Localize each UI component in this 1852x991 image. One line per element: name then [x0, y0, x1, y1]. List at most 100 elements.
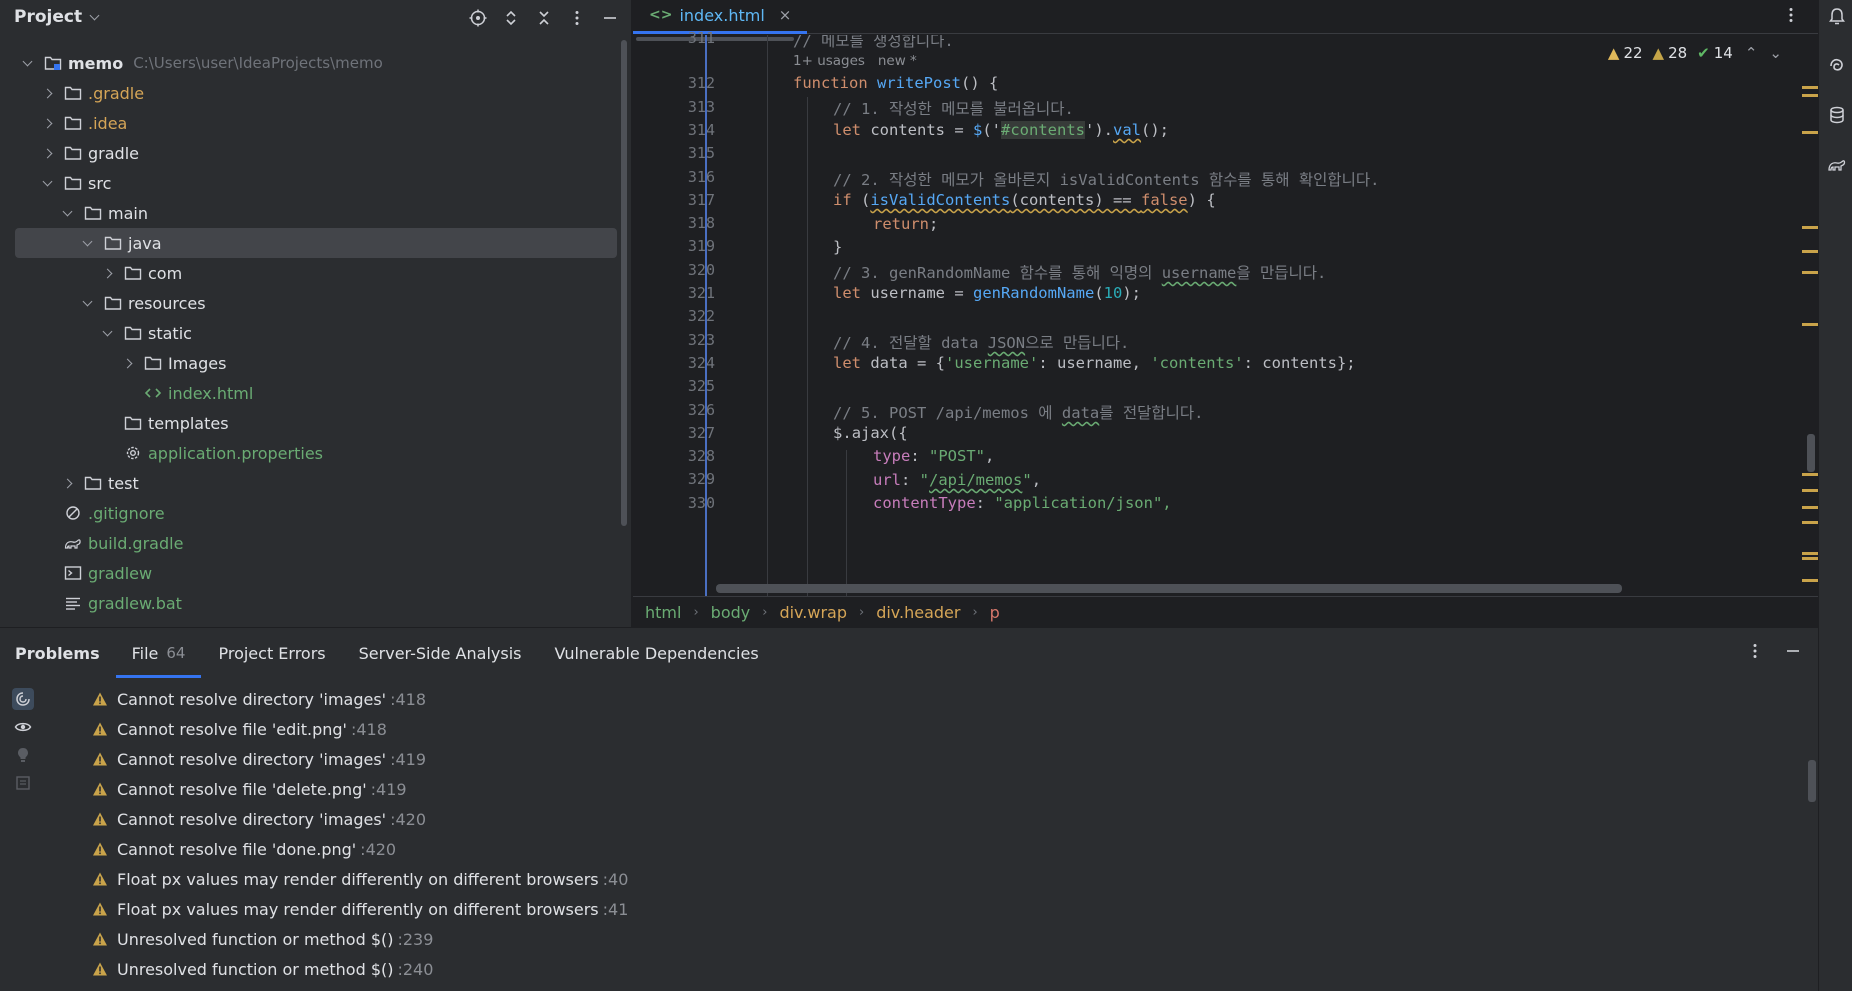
tree-item-com[interactable]: com	[0, 258, 620, 288]
tree-item-gradle[interactable]: .gradle	[0, 78, 620, 108]
chevron-right-icon[interactable]	[100, 266, 114, 280]
problem-line: :418	[390, 689, 427, 709]
tree-item-test[interactable]: test	[0, 468, 620, 498]
error-stripe-mark[interactable]	[1802, 521, 1818, 524]
eye-icon[interactable]	[12, 716, 34, 738]
inlay-usages-hint[interactable]: 1+ usages new *	[793, 53, 917, 69]
problem-item[interactable]: Float px values may render differently o…	[92, 864, 1692, 894]
error-stripe-mark[interactable]	[1802, 250, 1818, 253]
inspection-widget[interactable]: ▲ 22 ▲ 28 ✔ 14 ⌃ ⌄	[1608, 44, 1782, 62]
chevron-down-icon[interactable]	[80, 236, 94, 250]
chevron-right-icon[interactable]	[40, 86, 54, 100]
tree-item-images[interactable]: Images	[0, 348, 620, 378]
tree-item-static[interactable]: static	[0, 318, 620, 348]
error-stripe-mark[interactable]	[1802, 473, 1818, 476]
tab-server-side-analysis[interactable]: Server-Side Analysis	[359, 628, 522, 678]
error-stripe-mark[interactable]	[1802, 506, 1818, 509]
error-stripe-mark[interactable]	[1802, 489, 1818, 492]
lightbulb-icon[interactable]	[12, 744, 34, 766]
chevron-right-icon[interactable]	[40, 116, 54, 130]
chevron-down-icon[interactable]	[100, 326, 114, 340]
close-icon[interactable]: ×	[779, 6, 792, 24]
breadcrumb-item[interactable]: div.header	[876, 603, 960, 622]
problem-item[interactable]: Cannot resolve directory 'images':419	[92, 744, 1692, 774]
notifications-icon[interactable]	[1827, 6, 1847, 26]
tree-item-src[interactable]: src	[0, 168, 620, 198]
tree-item-gradle[interactable]: gradle	[0, 138, 620, 168]
editor-horizontal-scrollbar[interactable]	[716, 584, 1622, 593]
chevron-down-icon[interactable]	[40, 176, 54, 190]
chevron-down-icon[interactable]	[60, 206, 74, 220]
error-stripe-mark[interactable]	[1802, 94, 1818, 97]
chevron-right-icon[interactable]	[60, 476, 74, 490]
previous-problem-icon[interactable]: ⌃	[1745, 44, 1758, 62]
tree-item-label: gradle	[88, 143, 139, 163]
tab-project-errors[interactable]: Project Errors	[218, 628, 325, 678]
project-title[interactable]: Project	[14, 7, 82, 27]
problems-scrollbar[interactable]	[1808, 760, 1816, 802]
tree-item-gradlew[interactable]: gradlew	[0, 558, 620, 588]
tree-item-resources[interactable]: resources	[0, 288, 620, 318]
tree-item-gradlew-bat[interactable]: gradlew.bat	[0, 588, 620, 618]
code-line-316: // 2. 작성한 메모가 올바른지 isValidContents 함수를 통…	[833, 171, 1380, 189]
more-options-icon[interactable]	[1746, 642, 1764, 664]
tree-item-gitignore[interactable]: .gitignore	[0, 498, 620, 528]
tree-item-main[interactable]: main	[0, 198, 620, 228]
problem-item[interactable]: Float px values may render differently o…	[92, 894, 1692, 924]
breadcrumb-item[interactable]: div.wrap	[779, 603, 847, 622]
error-stripe-mark[interactable]	[1802, 86, 1818, 89]
error-stripe-mark[interactable]	[1802, 323, 1818, 326]
problem-item[interactable]: Cannot resolve file 'done.png':420	[92, 834, 1692, 864]
problem-item[interactable]: Cannot resolve file 'delete.png':419	[92, 774, 1692, 804]
problem-item[interactable]: Cannot resolve file 'edit.png':418	[92, 714, 1692, 744]
chevron-down-icon[interactable]	[20, 56, 34, 70]
autoscroll-icon[interactable]	[12, 688, 34, 710]
problem-item[interactable]: Cannot resolve directory 'images':420	[92, 804, 1692, 834]
chevron-down-icon[interactable]	[80, 296, 94, 310]
breadcrumb-item[interactable]: p	[990, 603, 1000, 622]
gradle-icon[interactable]	[1827, 155, 1847, 175]
breadcrumb: html › body › div.wrap › div.header › p	[633, 596, 1818, 627]
minimize-icon[interactable]	[598, 6, 621, 29]
chevron-down-icon[interactable]	[89, 10, 100, 20]
tab-file[interactable]: File 64	[115, 628, 202, 678]
error-stripe-mark[interactable]	[1802, 271, 1818, 274]
more-options-icon[interactable]	[565, 6, 588, 29]
problem-item[interactable]: Unresolved function or method $():239	[92, 924, 1692, 954]
expand-all-icon[interactable]	[499, 6, 522, 29]
problem-item[interactable]: Cannot resolve directory 'images':418	[92, 684, 1692, 714]
error-stripe-mark[interactable]	[1802, 579, 1818, 582]
ai-assistant-icon[interactable]	[1827, 56, 1847, 76]
database-icon[interactable]	[1827, 105, 1847, 125]
warning-icon	[93, 692, 107, 706]
chevron-right-icon[interactable]	[120, 356, 134, 370]
error-stripe-mark[interactable]	[1802, 552, 1818, 555]
problem-item[interactable]: Unresolved function or method $():240	[92, 954, 1692, 984]
code-area[interactable]: // 메모를 생성합니다. 1+ usages new * function w…	[721, 35, 1771, 596]
tree-item-memo[interactable]: memo C:\Users\user\IdeaProjects\memo	[0, 48, 620, 78]
preview-icon[interactable]	[12, 772, 34, 794]
breadcrumb-item[interactable]: html	[645, 603, 681, 622]
warning-icon	[93, 842, 107, 856]
more-options-icon[interactable]	[1782, 6, 1800, 28]
collapse-all-icon[interactable]	[532, 6, 555, 29]
problems-toolbar	[1746, 642, 1802, 664]
minimize-icon[interactable]	[1784, 642, 1802, 664]
project-scrollbar[interactable]	[621, 40, 627, 526]
error-stripe-mark[interactable]	[1802, 557, 1818, 560]
tree-item-application-properties[interactable]: application.properties	[0, 438, 620, 468]
breadcrumb-item[interactable]: body	[711, 603, 751, 622]
tree-item-java[interactable]: java	[15, 228, 617, 258]
editor-vertical-scrollbar[interactable]	[1807, 434, 1815, 472]
tree-item-build-gradle[interactable]: build.gradle	[0, 528, 620, 558]
next-problem-icon[interactable]: ⌄	[1769, 44, 1782, 62]
chevron-right-icon[interactable]	[40, 146, 54, 160]
error-stripe-mark[interactable]	[1802, 131, 1818, 134]
problem-text: Cannot resolve file 'done.png'	[117, 839, 357, 859]
tree-item-templates[interactable]: templates	[0, 408, 620, 438]
error-stripe-mark[interactable]	[1802, 226, 1818, 229]
tree-item-index-html[interactable]: index.html	[0, 378, 620, 408]
locate-icon[interactable]	[466, 6, 489, 29]
tab-vulnerable-dependencies[interactable]: Vulnerable Dependencies	[554, 628, 758, 678]
tree-item-idea[interactable]: .idea	[0, 108, 620, 138]
